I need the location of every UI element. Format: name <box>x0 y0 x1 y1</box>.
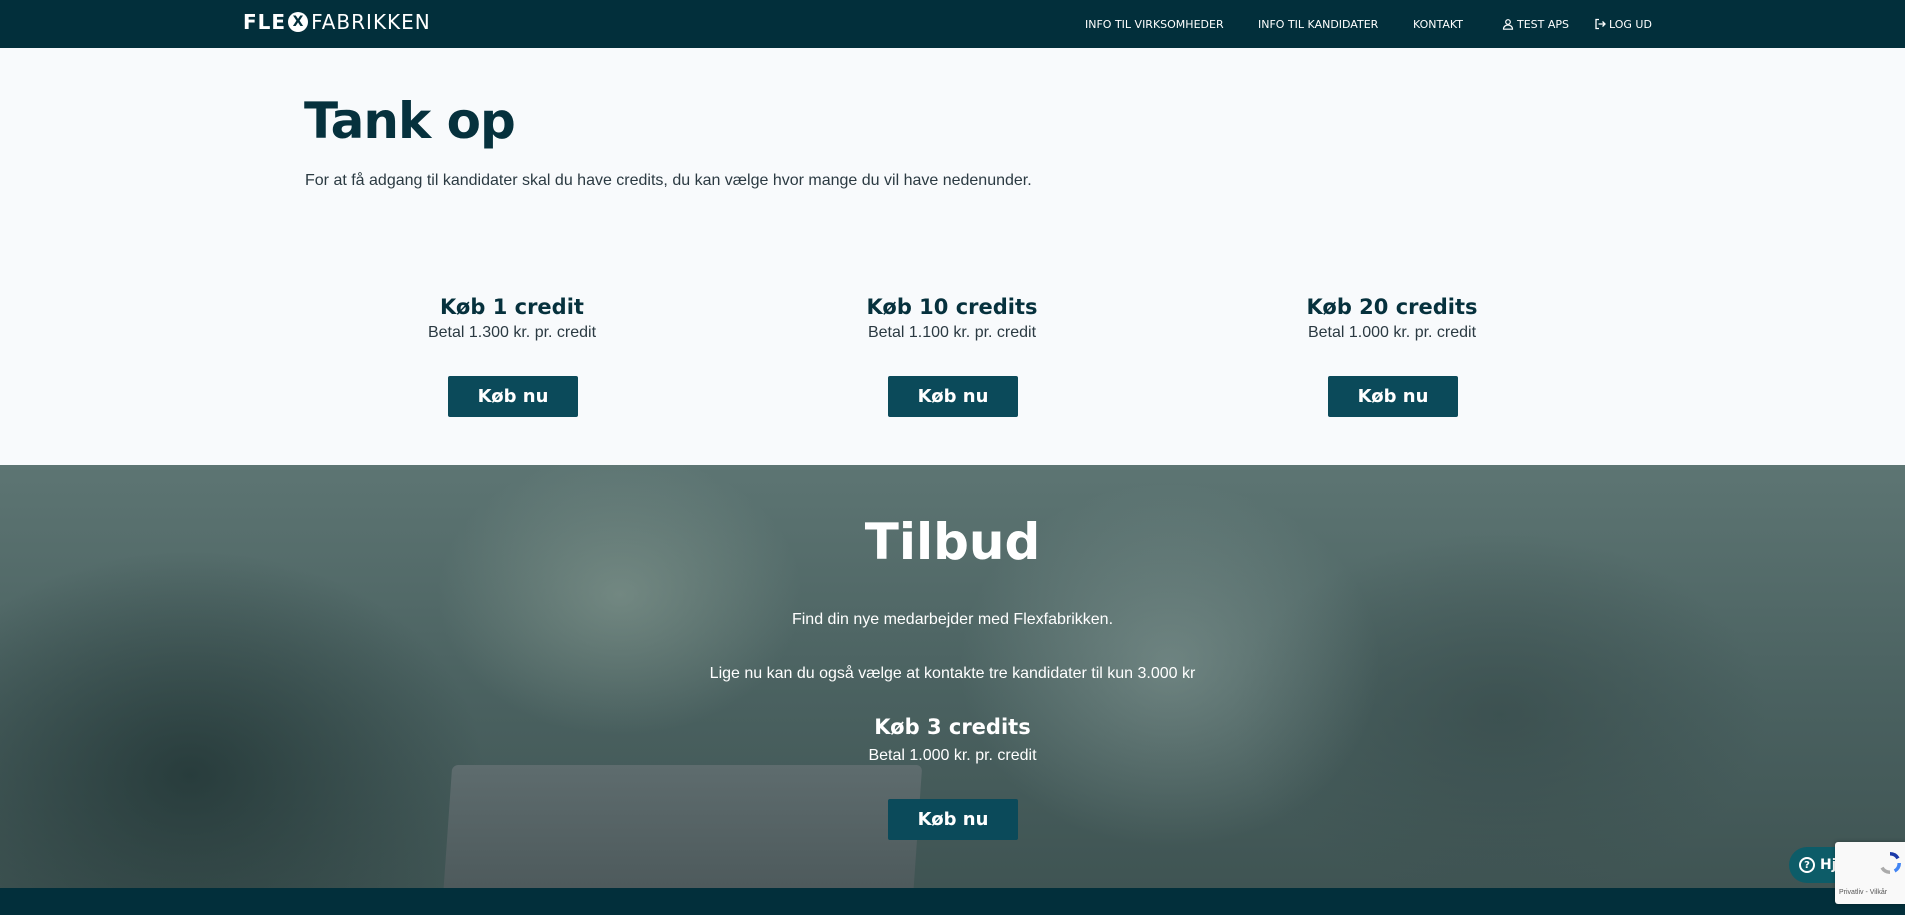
page-title: Tank op <box>304 92 516 150</box>
logout-icon <box>1595 18 1606 30</box>
nav-logout[interactable]: LOG UD <box>1594 0 1652 48</box>
recaptcha-badge[interactable]: Privatliv - Vilkår <box>1835 842 1905 904</box>
offer-text-line-2: Lige nu kan du også vælge at kontakte tr… <box>709 665 1196 682</box>
buy-20-credits-button[interactable]: Køb nu <box>1328 376 1458 417</box>
logo-text-fabrikken: FABRIKKEN <box>311 10 431 34</box>
page-intro-text: For at få adgang til kandidater skal du … <box>305 172 1032 189</box>
package-card-20-credits: Køb 20 credits Betal 1.000 kr. pr. credi… <box>1227 293 1557 342</box>
package-title: Køb 10 credits <box>866 295 1038 319</box>
logo-x-icon: X <box>288 12 309 32</box>
account-label: TEST APS <box>1517 17 1570 31</box>
buy-10-credits-button[interactable]: Køb nu <box>888 376 1018 417</box>
offer-content: Tilbud Find din nye medarbejder med Flex… <box>0 465 1905 888</box>
nav-info-kandidater[interactable]: INFO TIL KANDIDATER <box>1258 0 1378 48</box>
nav-kontakt[interactable]: KONTAKT <box>1413 0 1463 48</box>
package-title: Køb 20 credits <box>1306 295 1478 319</box>
package-card-10-credits: Køb 10 credits Betal 1.100 kr. pr. credi… <box>787 293 1117 342</box>
offer-text-line-1: Find din nye medarbejder med Flexfabrikk… <box>791 611 1114 628</box>
nav-info-virksomheder-link[interactable]: INFO TIL VIRKSOMHEDER <box>1085 18 1224 31</box>
navbar: FLE X FABRIKKEN INFO TIL VIRKSOMHEDER IN… <box>0 0 1905 48</box>
offer-package-price: Betal 1.000 kr. pr. credit <box>868 747 1037 764</box>
package-price: Betal 1.300 kr. pr. credit <box>427 324 597 341</box>
question-circle-icon: ? <box>1798 857 1815 873</box>
offer-package-title: Køb 3 credits <box>874 715 1031 739</box>
nav-logout-link[interactable]: LOG UD <box>1594 18 1652 31</box>
offer-title: Tilbud <box>864 513 1041 571</box>
recaptcha-privacy-text[interactable]: Privatliv - Vilkår <box>1839 889 1887 896</box>
nav-account-link[interactable]: TEST APS <box>1502 18 1569 31</box>
buy-1-credit-button[interactable]: Køb nu <box>448 376 578 417</box>
offer-section: Tilbud Find din nye medarbejder med Flex… <box>0 465 1905 888</box>
logo-text-fle: FLE <box>243 10 287 34</box>
recaptcha-icon <box>1880 852 1901 874</box>
flexfabrikken-logo[interactable]: FLE X FABRIKKEN <box>243 10 431 34</box>
user-icon <box>1502 19 1514 30</box>
nav-info-kandidater-link[interactable]: INFO TIL KANDIDATER <box>1258 18 1378 31</box>
package-price: Betal 1.100 kr. pr. credit <box>867 324 1037 341</box>
package-title: Køb 1 credit <box>440 295 584 319</box>
logout-label: LOG UD <box>1609 17 1652 31</box>
footer <box>0 888 1905 915</box>
buy-3-credits-button[interactable]: Køb nu <box>888 799 1018 840</box>
package-card-1-credit: Køb 1 credit Betal 1.300 kr. pr. credit <box>347 293 677 342</box>
nav-account[interactable]: TEST APS <box>1502 0 1569 48</box>
nav-kontakt-link[interactable]: KONTAKT <box>1413 18 1463 31</box>
nav-info-virksomheder[interactable]: INFO TIL VIRKSOMHEDER <box>1085 0 1224 48</box>
package-price: Betal 1.000 kr. pr. credit <box>1307 324 1477 341</box>
